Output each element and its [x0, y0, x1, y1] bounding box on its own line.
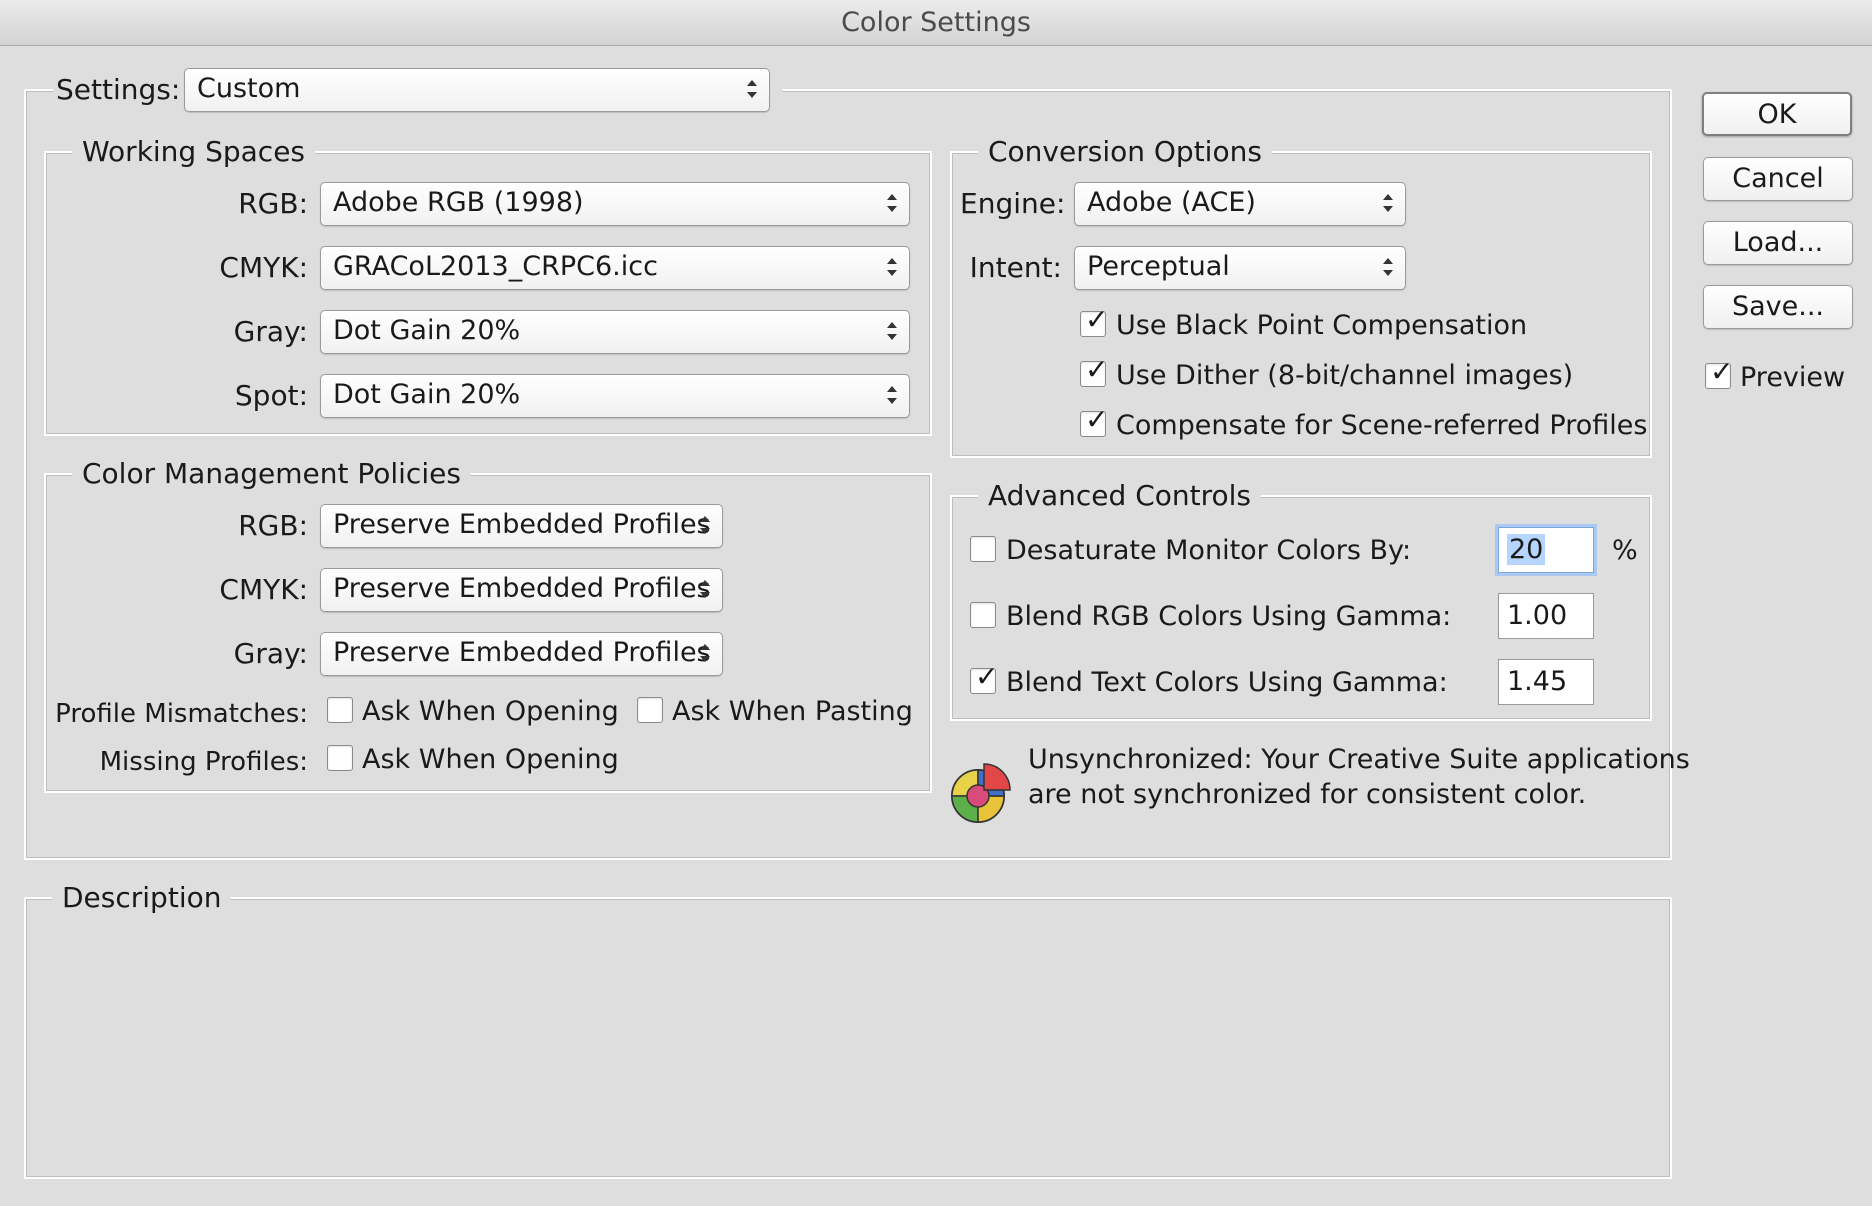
ws-cmyk-select[interactable]: GRACoL2013_CRPC6.icc — [320, 246, 910, 290]
blend-rgb-gamma-value: 1.00 — [1507, 600, 1568, 631]
chevron-updown-icon — [885, 311, 899, 353]
ws-gray-value: Dot Gain 20% — [333, 315, 521, 346]
policy-cmyk-value: Preserve Embedded Profiles — [333, 573, 711, 604]
blend-text-label[interactable]: Blend Text Colors Using Gamma: — [1006, 663, 1448, 703]
missing-ask-opening-checkbox[interactable]: ✓ — [327, 745, 353, 771]
ws-spot-value: Dot Gain 20% — [333, 379, 521, 410]
load-button[interactable]: Load... — [1703, 221, 1853, 265]
policy-cmyk-select[interactable]: Preserve Embedded Profiles — [320, 568, 723, 612]
intent-select[interactable]: Perceptual — [1074, 246, 1406, 290]
policy-rgb-value: Preserve Embedded Profiles — [333, 509, 711, 540]
desaturate-input[interactable]: 20 — [1498, 527, 1594, 573]
mismatch-ask-opening-checkbox[interactable]: ✓ — [327, 697, 353, 723]
engine-select[interactable]: Adobe (ACE) — [1074, 182, 1406, 226]
conversion-legend: Conversion Options — [978, 135, 1272, 169]
mismatch-ask-pasting-checkbox[interactable]: ✓ — [637, 697, 663, 723]
window-title: Color Settings — [841, 7, 1031, 38]
desaturate-unit: % — [1612, 535, 1638, 566]
chevron-updown-icon — [885, 247, 899, 289]
dither-checkbox[interactable]: ✓ — [1080, 355, 1108, 387]
intent-value: Perceptual — [1087, 251, 1230, 282]
policy-rgb-label: RGB: — [238, 509, 308, 542]
black-point-label[interactable]: Use Black Point Compensation — [1116, 306, 1527, 346]
ws-gray-label: Gray: — [233, 315, 308, 348]
chevron-updown-icon — [1381, 247, 1395, 289]
ok-button[interactable]: OK — [1702, 92, 1852, 136]
blend-text-checkbox[interactable]: ✓ — [970, 662, 998, 694]
ws-rgb-label: RGB: — [238, 187, 308, 220]
engine-label: Engine: — [960, 187, 1066, 220]
ws-cmyk-value: GRACoL2013_CRPC6.icc — [333, 251, 658, 282]
chevron-updown-icon — [698, 633, 712, 675]
ws-cmyk-label: CMYK: — [219, 251, 308, 284]
checkmark-icon: ✓ — [975, 660, 999, 693]
sync-status-line1: Unsynchronized: Your Creative Suite appl… — [1028, 744, 1690, 775]
ws-gray-select[interactable]: Dot Gain 20% — [320, 310, 910, 354]
profile-mismatches-label: Profile Mismatches: — [55, 699, 308, 729]
blend-text-gamma-value: 1.45 — [1507, 666, 1568, 697]
chevron-updown-icon — [698, 569, 712, 611]
description-group — [24, 897, 1672, 1179]
ws-spot-select[interactable]: Dot Gain 20% — [320, 374, 910, 418]
scene-referred-label[interactable]: Compensate for Scene-referred Profiles — [1116, 406, 1647, 446]
policies-legend: Color Management Policies — [72, 457, 471, 491]
advanced-legend: Advanced Controls — [978, 479, 1262, 513]
missing-profiles-label: Missing Profiles: — [99, 747, 308, 777]
policy-gray-select[interactable]: Preserve Embedded Profiles — [320, 632, 723, 676]
intent-label: Intent: — [969, 251, 1062, 284]
policy-rgb-select[interactable]: Preserve Embedded Profiles — [320, 504, 723, 548]
desaturate-value: 20 — [1507, 534, 1546, 565]
checkmark-icon: ✓ — [1710, 355, 1734, 388]
settings-select[interactable]: Custom — [184, 68, 770, 112]
mismatch-ask-pasting-label[interactable]: Ask When Pasting — [672, 692, 913, 732]
checkmark-icon: ✓ — [1085, 303, 1109, 336]
description-legend: Description — [52, 881, 232, 915]
missing-ask-opening-label[interactable]: Ask When Opening — [362, 740, 619, 780]
black-point-checkbox[interactable]: ✓ — [1080, 305, 1108, 337]
chevron-updown-icon — [885, 183, 899, 225]
desaturate-label[interactable]: Desaturate Monitor Colors By: — [1006, 531, 1411, 571]
preview-label[interactable]: Preview — [1740, 358, 1845, 398]
checkmark-icon: ✓ — [1085, 403, 1109, 436]
policy-gray-label: Gray: — [233, 637, 308, 670]
chevron-updown-icon — [885, 375, 899, 417]
working-spaces-legend: Working Spaces — [72, 135, 316, 169]
settings-label: Settings: — [56, 73, 181, 106]
blend-rgb-gamma-input[interactable]: 1.00 — [1498, 593, 1594, 639]
policy-gray-value: Preserve Embedded Profiles — [333, 637, 711, 668]
cancel-button[interactable]: Cancel — [1703, 157, 1853, 201]
blend-text-gamma-input[interactable]: 1.45 — [1498, 659, 1594, 705]
checkmark-icon: ✓ — [1085, 353, 1109, 386]
ws-rgb-select[interactable]: Adobe RGB (1998) — [320, 182, 910, 226]
color-sync-icon — [948, 762, 1012, 826]
preview-checkbox[interactable]: ✓ — [1705, 357, 1733, 389]
ws-rgb-value: Adobe RGB (1998) — [333, 187, 584, 218]
engine-value: Adobe (ACE) — [1087, 187, 1256, 218]
save-button[interactable]: Save... — [1703, 285, 1853, 329]
mismatch-ask-opening-label[interactable]: Ask When Opening — [362, 692, 619, 732]
chevron-updown-icon — [698, 505, 712, 547]
scene-referred-checkbox[interactable]: ✓ — [1080, 405, 1108, 437]
chevron-updown-icon — [1381, 183, 1395, 225]
blend-rgb-checkbox[interactable]: ✓ — [970, 602, 996, 628]
dither-label[interactable]: Use Dither (8-bit/channel images) — [1116, 356, 1573, 396]
window-titlebar: Color Settings — [0, 0, 1872, 46]
sync-status-line2: are not synchronized for consistent colo… — [1028, 779, 1587, 810]
settings-select-value: Custom — [197, 73, 301, 104]
ws-spot-label: Spot: — [234, 379, 308, 412]
chevron-updown-icon — [745, 69, 759, 111]
desaturate-checkbox[interactable]: ✓ — [970, 536, 996, 562]
blend-rgb-label[interactable]: Blend RGB Colors Using Gamma: — [1006, 597, 1451, 637]
policy-cmyk-label: CMYK: — [219, 573, 308, 606]
